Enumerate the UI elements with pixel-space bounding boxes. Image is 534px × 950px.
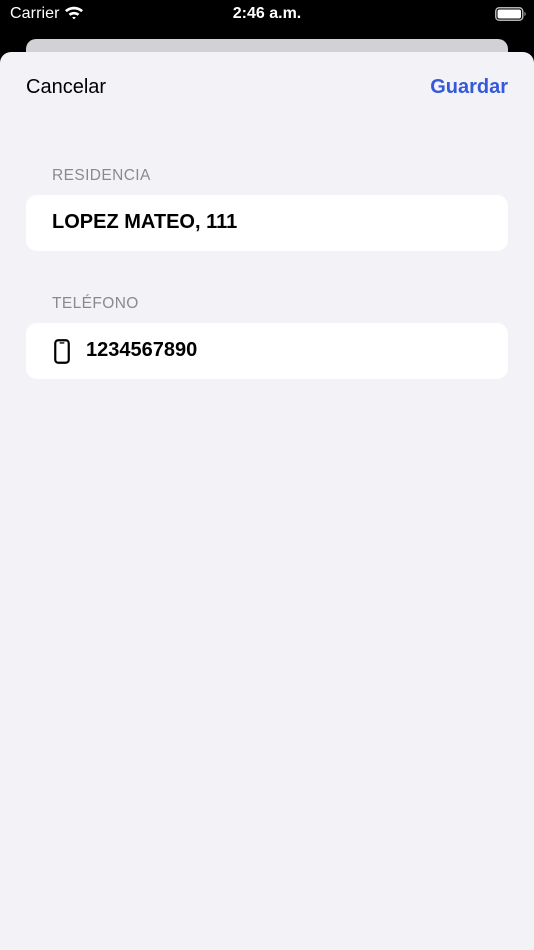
save-button[interactable]: Guardar: [430, 76, 508, 99]
section-header-residence: RESIDENCIA: [52, 167, 151, 184]
phone-field[interactable]: 1234567890: [26, 323, 508, 379]
cancel-button[interactable]: Cancelar: [26, 76, 106, 99]
section-header-phone: TELÉFONO: [52, 295, 139, 312]
phone-value: 1234567890: [86, 339, 198, 361]
residence-field[interactable]: LOPEZ MATEO, 111: [26, 195, 508, 251]
edit-sheet: Cancelar Guardar RESIDENCIA LOPEZ MATEO,…: [0, 52, 534, 950]
residence-value: LOPEZ MATEO, 111: [52, 211, 238, 233]
battery-icon: [495, 7, 526, 21]
phone-icon: [54, 339, 70, 364]
status-bar: Carrier 2:46 a.m.: [0, 0, 534, 30]
status-time: 2:46 a.m.: [232, 5, 302, 22]
